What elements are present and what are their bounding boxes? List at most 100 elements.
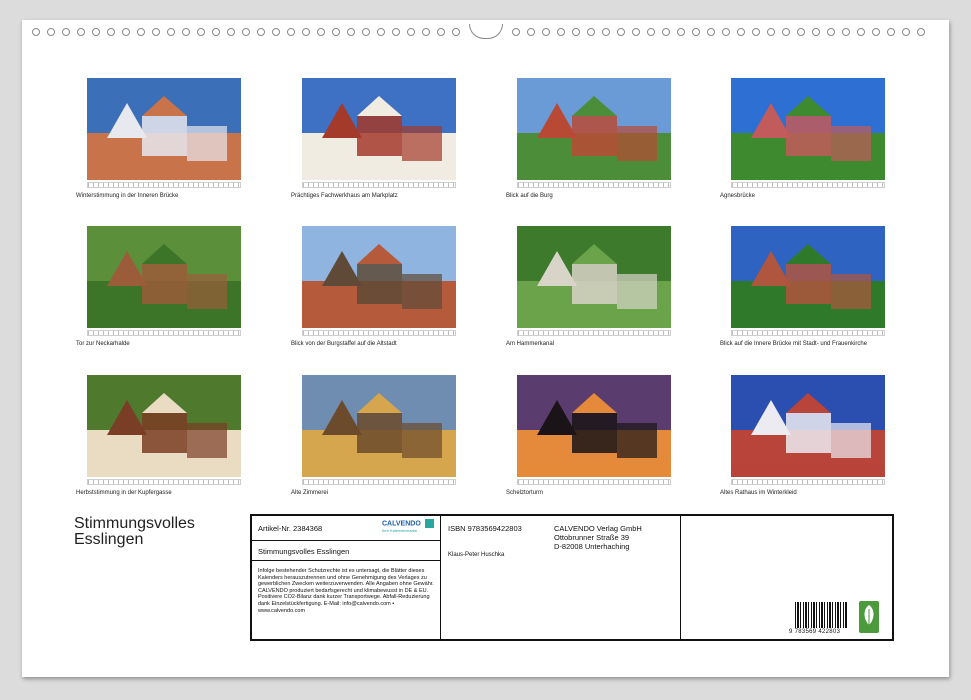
- publisher-city: D-82008 Unterhaching: [554, 542, 630, 551]
- binding-ring: [122, 28, 130, 36]
- binding-ring: [527, 28, 535, 36]
- binding-ring: [827, 28, 835, 36]
- binding-ring: [362, 28, 370, 36]
- month-photo-card: [517, 78, 671, 188]
- month-photo-card: [302, 375, 456, 485]
- product-title: Stimmungsvolles Esslingen: [258, 547, 350, 556]
- binding-ring: [62, 28, 70, 36]
- month-day-grid: [731, 479, 885, 485]
- photo-caption: Blick auf die Innere Brücke mit Stadt- u…: [720, 341, 868, 347]
- binding-ring: [32, 28, 40, 36]
- info-divider: [252, 560, 440, 561]
- binding-ring: [767, 28, 775, 36]
- publisher-street: Ottobrunner Straße 39: [554, 533, 630, 542]
- photo-caption: Blick von der Burgstaffel auf die Altsta…: [291, 341, 397, 347]
- photo-caption: Herbststimmung in der Kupfergasse: [76, 490, 172, 496]
- binding-ring: [347, 28, 355, 36]
- binding-ring: [227, 28, 235, 36]
- binding-ring: [677, 28, 685, 36]
- isbn: ISBN 9783569422803: [448, 524, 522, 533]
- binding-ring: [182, 28, 190, 36]
- month-photo: [87, 78, 241, 180]
- month-day-grid: [87, 479, 241, 485]
- publisher-name: CALVENDO Verlag GmbH: [554, 524, 642, 533]
- binding-ring: [857, 28, 865, 36]
- barcode-number: 9 783569 422803: [789, 629, 841, 635]
- month-day-grid: [517, 182, 671, 188]
- article-number: Artikel-Nr. 2384368: [258, 524, 323, 533]
- binding-ring: [107, 28, 115, 36]
- hanger-hook: [469, 24, 503, 39]
- binding-ring: [602, 28, 610, 36]
- binding-ring: [407, 28, 415, 36]
- binding-ring: [287, 28, 295, 36]
- binding-ring: [272, 28, 280, 36]
- binding-ring: [692, 28, 700, 36]
- month-photo-card: [87, 375, 241, 485]
- month-photo-card: [87, 226, 241, 336]
- month-photo: [517, 375, 671, 477]
- binding-ring: [812, 28, 820, 36]
- binding-ring: [842, 28, 850, 36]
- calendar-back-sheet: Winterstimmung in der Inneren Brücke Präc…: [22, 20, 949, 677]
- calvendo-mark-icon: [424, 519, 434, 528]
- author-name: Klaus-Peter Huschka: [448, 552, 505, 558]
- binding-ring: [872, 28, 880, 36]
- month-photo-card: [517, 375, 671, 485]
- month-day-grid: [87, 330, 241, 336]
- month-day-grid: [302, 330, 456, 336]
- info-divider: [680, 516, 681, 639]
- binding-ring: [332, 28, 340, 36]
- binding-ring: [212, 28, 220, 36]
- month-day-grid: [87, 182, 241, 188]
- binding-ring: [737, 28, 745, 36]
- photo-caption: Alte Zimmerei: [291, 490, 329, 496]
- barcode: [795, 602, 847, 628]
- month-photo: [731, 78, 885, 180]
- product-info-box: Artikel-Nr. 2384368 CALVENDO Ihre Kalend…: [250, 514, 894, 641]
- binding-ring: [707, 28, 715, 36]
- binding-ring: [392, 28, 400, 36]
- title-line-1: Stimmungsvolles: [74, 515, 195, 532]
- binding-ring: [587, 28, 595, 36]
- binding-ring: [152, 28, 160, 36]
- info-divider: [252, 540, 440, 541]
- month-day-grid: [731, 330, 885, 336]
- binding-ring: [782, 28, 790, 36]
- binding-ring: [167, 28, 175, 36]
- month-day-grid: [302, 479, 456, 485]
- photo-caption: Tor zur Neckarhalde: [76, 341, 130, 347]
- binding-ring: [572, 28, 580, 36]
- calvendo-logo: CALVENDO Ihre Kalendermarke: [382, 519, 434, 533]
- binding-ring: [722, 28, 730, 36]
- spiral-binding: [22, 24, 949, 44]
- month-photo: [517, 226, 671, 328]
- photo-caption: Agnesbrücke: [720, 193, 756, 199]
- binding-ring: [917, 28, 925, 36]
- month-photo: [731, 226, 885, 328]
- binding-ring: [302, 28, 310, 36]
- month-photo: [731, 375, 885, 477]
- month-day-grid: [517, 330, 671, 336]
- photo-caption: Schelztorturm: [506, 490, 544, 496]
- binding-ring: [242, 28, 250, 36]
- calendar-title: Stimmungsvolles Esslingen: [74, 516, 195, 548]
- binding-ring: [422, 28, 430, 36]
- title-line-2: Esslingen: [74, 531, 144, 548]
- info-divider: [440, 516, 441, 639]
- month-photo-card: [302, 78, 456, 188]
- month-photo-card: [731, 226, 885, 336]
- binding-ring: [902, 28, 910, 36]
- month-photo-card: [517, 226, 671, 336]
- binding-ring: [137, 28, 145, 36]
- photo-caption: Winterstimmung in der Inneren Brücke: [76, 193, 179, 199]
- month-photo: [87, 226, 241, 328]
- photo-caption: Prächtiges Fachwerkhaus am Markplatz: [291, 193, 398, 199]
- binding-ring: [92, 28, 100, 36]
- month-photo: [517, 78, 671, 180]
- binding-ring: [47, 28, 55, 36]
- binding-ring: [887, 28, 895, 36]
- month-day-grid: [302, 182, 456, 188]
- month-photo: [302, 375, 456, 477]
- month-photo: [302, 78, 456, 180]
